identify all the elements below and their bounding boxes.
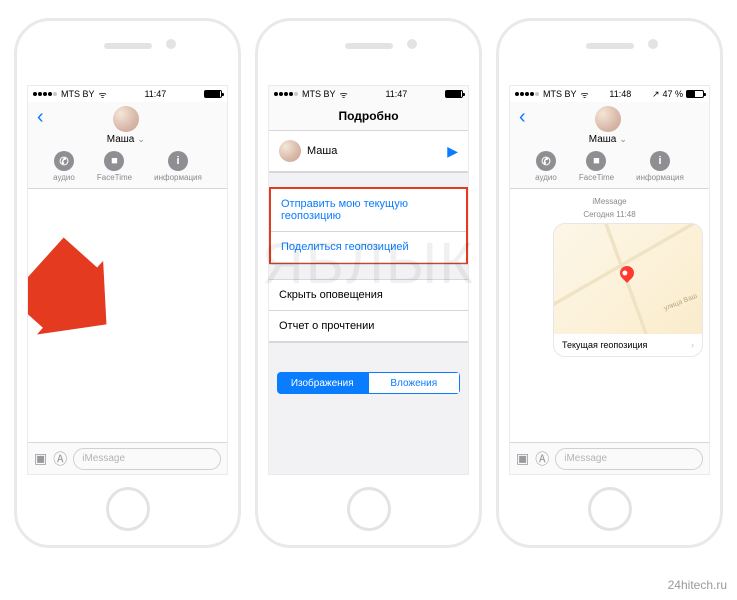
apps-icon[interactable]: Ⓐ	[535, 449, 549, 469]
phone-mockup-3: MTS BY ᯤ 11:48 ↗ 47 % ‹ Маша ⌄	[496, 18, 723, 548]
message-input[interactable]: iMessage	[73, 448, 221, 470]
segment-images[interactable]: Изображения	[277, 372, 368, 394]
chevron-down-icon: ⌄	[137, 134, 145, 145]
status-bar: MTS BY ᯤ 11:47	[269, 86, 468, 102]
signal-icon	[274, 92, 298, 96]
share-location-button[interactable]: Поделиться геопозицией	[271, 232, 466, 263]
details-title: Подробно	[269, 102, 468, 131]
chevron-right-icon: ›	[691, 340, 694, 350]
carrier-label: MTS BY	[302, 89, 336, 99]
read-receipts-row[interactable]: Отчет о прочтении	[269, 311, 468, 342]
wifi-icon: ᯤ	[581, 88, 589, 101]
segmented-control[interactable]: Изображения Вложения	[277, 372, 460, 394]
battery-percent: 47 %	[662, 89, 683, 99]
conversation-area: iMessage Сегодня 11:48 улица Ваш Текущая…	[510, 189, 709, 474]
highlight-box: Отправить мою текущую геопозицию Поделит…	[269, 187, 468, 265]
chevron-down-icon: ⌄	[619, 134, 627, 145]
phone-icon: ✆	[54, 151, 74, 171]
info-icon: i	[650, 151, 670, 171]
home-button[interactable]	[106, 487, 150, 531]
contact-avatar[interactable]	[595, 106, 621, 132]
contact-avatar[interactable]	[113, 106, 139, 132]
camera-icon[interactable]: ▣	[516, 450, 529, 467]
carrier-label: MTS BY	[543, 89, 577, 99]
contact-name[interactable]: Маша	[589, 134, 617, 145]
wifi-icon: ᯤ	[340, 88, 348, 101]
street-label: улица Ваш	[663, 293, 698, 313]
timestamp-label: Сегодня 11:48	[583, 210, 635, 219]
contact-avatar	[279, 140, 301, 162]
audio-call-button[interactable]: ✆аудио	[535, 151, 557, 182]
bubble-caption: Текущая геопозиция	[562, 340, 647, 350]
phone-mockup-1: MTS BY ᯤ 11:47 ‹ Маша ⌄ ✆	[14, 18, 241, 548]
imessage-label: iMessage	[592, 197, 626, 206]
audio-call-button[interactable]: ✆ аудио	[53, 151, 75, 182]
segment-attachments[interactable]: Вложения	[368, 372, 461, 394]
status-bar: MTS BY ᯤ 11:48 ↗ 47 %	[510, 86, 709, 102]
clock: 11:48	[609, 89, 631, 99]
annotation-arrow	[27, 256, 112, 346]
location-message-bubble[interactable]: улица Ваш Текущая геопозиция ›	[553, 223, 703, 357]
share-icon: ↗	[652, 89, 660, 100]
map-preview: улица Ваш	[554, 224, 702, 334]
info-button[interactable]: i информация	[154, 151, 202, 182]
camera-icon[interactable]: ▣	[34, 450, 47, 467]
send-current-location-button[interactable]: Отправить мою текущую геопозицию	[271, 189, 466, 232]
video-icon: ■	[104, 151, 124, 171]
message-input-bar: ▣ Ⓐ iMessage	[28, 442, 227, 474]
apps-icon[interactable]: Ⓐ	[53, 449, 67, 469]
facetime-button[interactable]: ■FaceTime	[579, 151, 614, 182]
source-credit: 24hitech.ru	[668, 578, 727, 592]
carrier-label: MTS BY	[61, 89, 95, 99]
battery-icon	[445, 90, 463, 98]
hide-alerts-row[interactable]: Скрыть оповещения	[269, 280, 468, 311]
back-button[interactable]: ‹	[33, 106, 48, 129]
home-button[interactable]	[347, 487, 391, 531]
signal-icon	[515, 92, 539, 96]
clock: 11:47	[385, 89, 407, 99]
signal-icon	[33, 92, 57, 96]
message-input[interactable]: iMessage	[555, 448, 703, 470]
messages-header: ‹ Маша ⌄ ✆ аудио ■ FaceTime	[28, 102, 227, 189]
video-icon[interactable]: ▶	[447, 143, 458, 160]
contact-row[interactable]: Маша ▶	[269, 131, 468, 172]
clock: 11:47	[144, 89, 166, 99]
video-icon: ■	[586, 151, 606, 171]
messages-header: ‹ Маша ⌄ ✆аудио ■FaceTime iинформация	[510, 102, 709, 189]
map-pin-icon	[617, 263, 637, 283]
phone-icon: ✆	[536, 151, 556, 171]
message-input-bar: ▣ Ⓐ iMessage	[510, 442, 709, 474]
battery-icon	[686, 90, 704, 98]
contact-name[interactable]: Маша	[107, 134, 135, 145]
battery-icon	[204, 90, 222, 98]
wifi-icon: ᯤ	[99, 88, 107, 101]
phone-mockup-2: MTS BY ᯤ 11:47 Подробно Маша ▶ Отправить…	[255, 18, 482, 548]
facetime-button[interactable]: ■ FaceTime	[97, 151, 132, 182]
info-button[interactable]: iинформация	[636, 151, 684, 182]
home-button[interactable]	[588, 487, 632, 531]
info-icon: i	[168, 151, 188, 171]
status-bar: MTS BY ᯤ 11:47	[28, 86, 227, 102]
back-button[interactable]: ‹	[515, 106, 530, 129]
